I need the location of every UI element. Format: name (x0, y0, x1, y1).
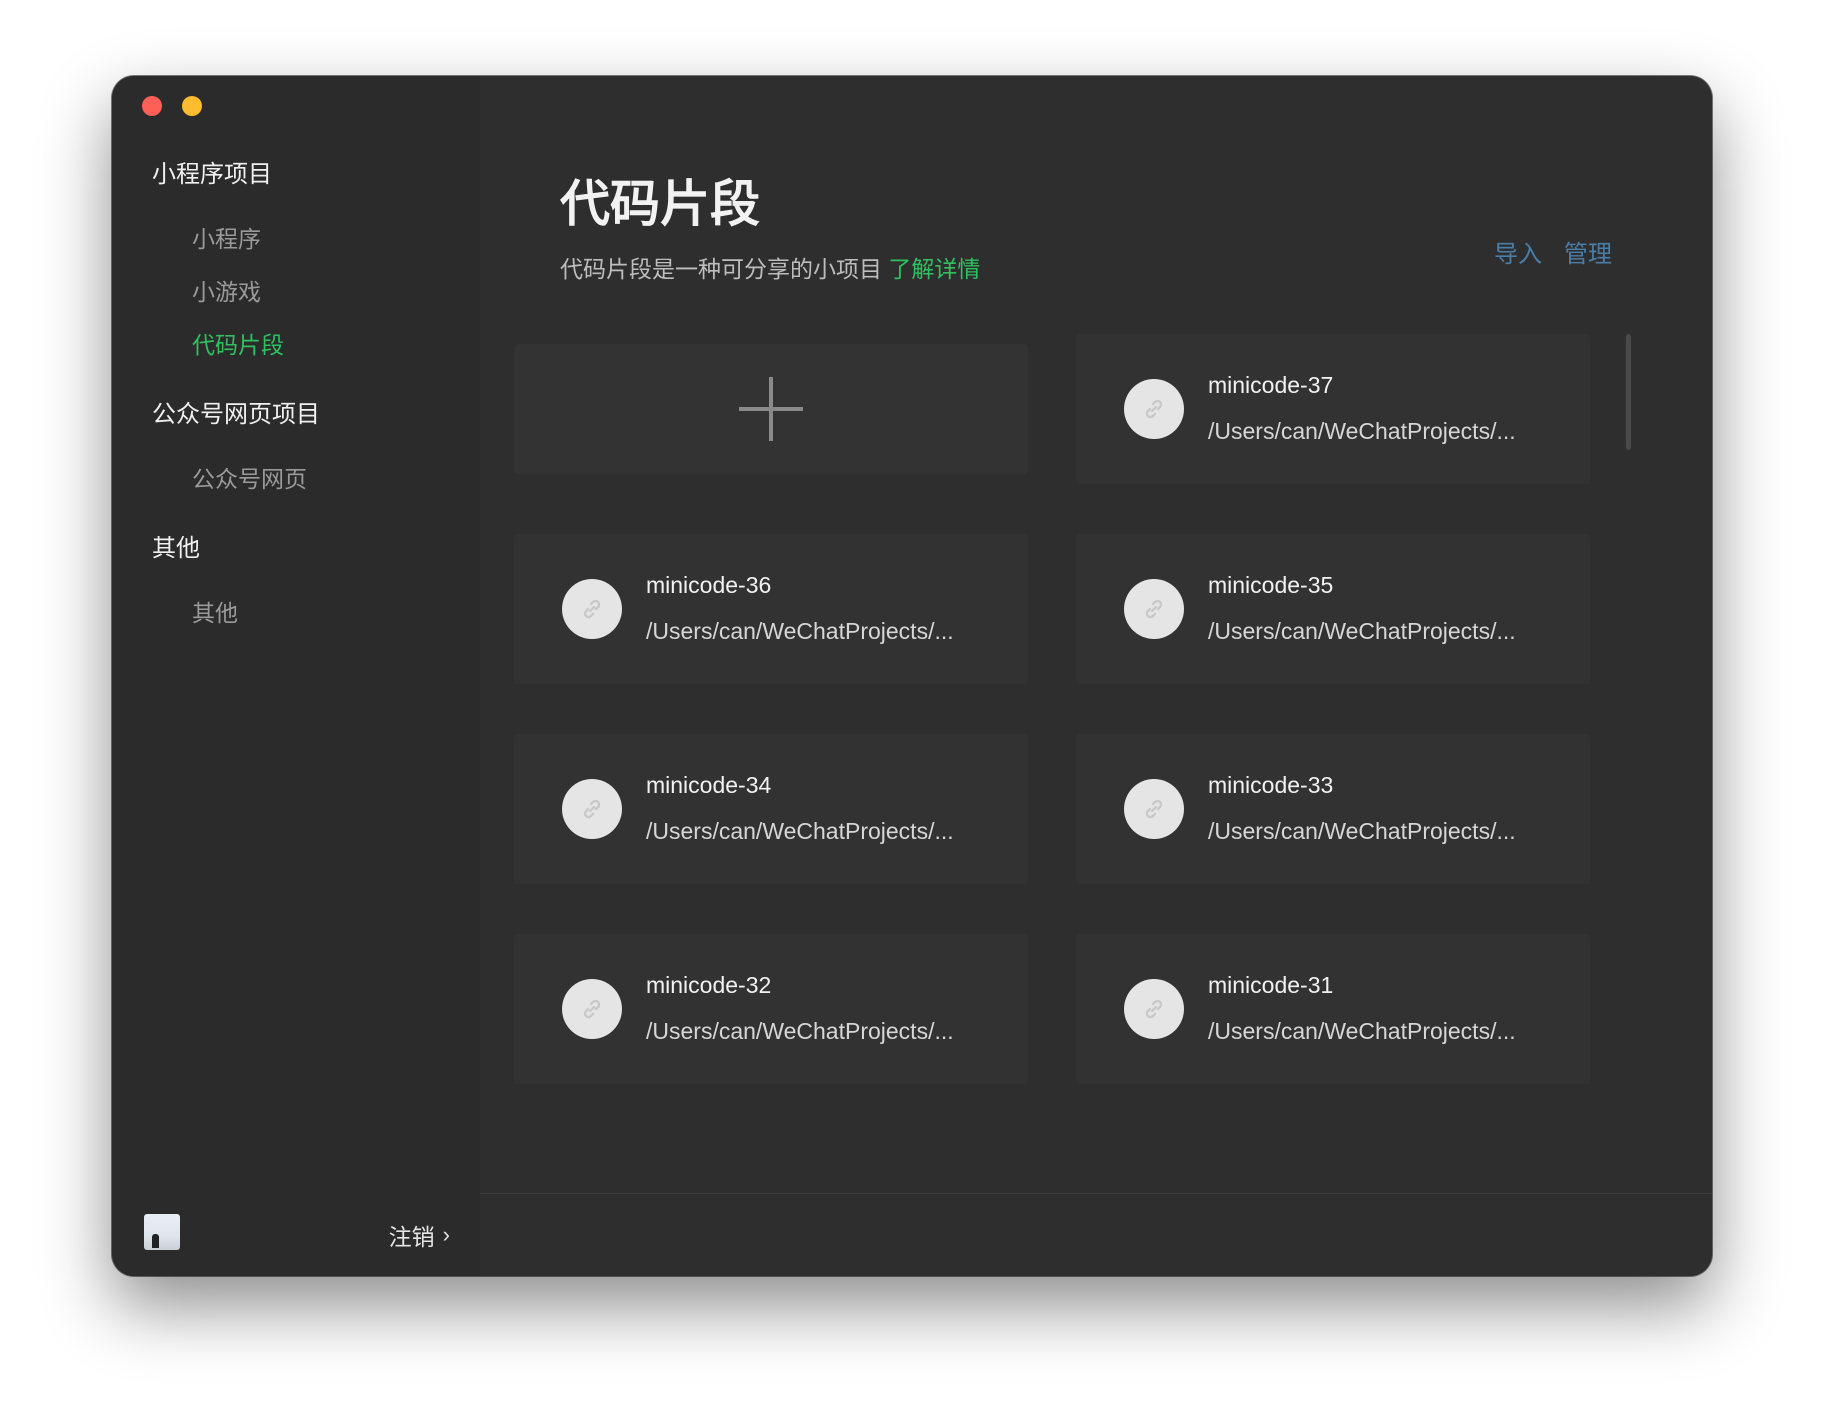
main-footer (480, 1193, 1712, 1276)
link-icon (1124, 779, 1184, 839)
project-card[interactable]: minicode-32 /Users/can/WeChatProjects/..… (514, 934, 1028, 1084)
project-name: minicode-32 (646, 972, 772, 998)
link-icon (562, 979, 622, 1039)
sidebar: 小程序项目 小程序 小游戏 代码片段 公众号网页项目 公众号网页 其他 其他 注… (112, 76, 480, 1276)
link-icon (562, 579, 622, 639)
project-path: /Users/can/WeChatProjects/... (1208, 418, 1516, 444)
page-subtitle: 代码片段是一种可分享的小项目 了解详情 (560, 250, 980, 284)
sidebar-footer: 注销 › (112, 1196, 480, 1276)
project-name: minicode-37 (1208, 372, 1334, 398)
app-window: 小程序项目 小程序 小游戏 代码片段 公众号网页项目 公众号网页 其他 其他 注… (112, 76, 1712, 1276)
subtitle-text: 代码片段是一种可分享的小项目 (560, 256, 882, 282)
project-name: minicode-36 (646, 572, 772, 598)
project-path: /Users/can/WeChatProjects/... (1208, 818, 1516, 844)
chevron-right-icon: › (442, 1222, 450, 1247)
scrollbar[interactable] (1626, 334, 1631, 450)
plus-icon (739, 377, 803, 441)
link-icon (1124, 579, 1184, 639)
link-icon (562, 779, 622, 839)
link-icon (1124, 379, 1184, 439)
project-name: minicode-34 (646, 772, 772, 798)
project-path: /Users/can/WeChatProjects/... (646, 818, 954, 844)
logout-button[interactable]: 注销 › (389, 1218, 450, 1252)
project-card[interactable]: minicode-37 /Users/can/WeChatProjects/..… (1076, 334, 1590, 484)
project-card[interactable]: minicode-31 /Users/can/WeChatProjects/..… (1076, 934, 1590, 1084)
sidebar-item-official-account-web[interactable]: 公众号网页 (192, 460, 307, 494)
learn-more-link[interactable]: 了解详情 (888, 256, 980, 282)
import-button[interactable]: 导入 (1494, 234, 1542, 269)
project-path: /Users/can/WeChatProjects/... (1208, 618, 1516, 644)
project-card[interactable]: minicode-35 /Users/can/WeChatProjects/..… (1076, 534, 1590, 684)
sidebar-item-minigame[interactable]: 小游戏 (192, 273, 261, 307)
main-panel: 代码片段 代码片段是一种可分享的小项目 了解详情 导入 管理 minicode-… (480, 76, 1712, 1276)
project-path: /Users/can/WeChatProjects/... (646, 618, 954, 644)
project-path: /Users/can/WeChatProjects/... (646, 1018, 954, 1044)
close-window-button[interactable] (142, 96, 162, 116)
sidebar-group-official-account-projects: 公众号网页项目 (152, 401, 320, 428)
sidebar-item-code-snippets[interactable]: 代码片段 (192, 326, 284, 360)
minimize-window-button[interactable] (182, 96, 202, 116)
avatar[interactable] (144, 1214, 180, 1250)
project-name: minicode-35 (1208, 572, 1334, 598)
page-title: 代码片段 (560, 176, 760, 232)
project-name: minicode-31 (1208, 972, 1334, 998)
project-name: minicode-33 (1208, 772, 1334, 798)
project-card[interactable]: minicode-36 /Users/can/WeChatProjects/..… (514, 534, 1028, 684)
manage-button[interactable]: 管理 (1564, 234, 1612, 269)
project-path: /Users/can/WeChatProjects/... (1208, 1018, 1516, 1044)
link-icon (1124, 979, 1184, 1039)
logout-label: 注销 (388, 1224, 435, 1250)
project-card[interactable]: minicode-33 /Users/can/WeChatProjects/..… (1076, 734, 1590, 884)
new-project-button[interactable] (514, 344, 1028, 474)
sidebar-item-other[interactable]: 其他 (192, 594, 238, 628)
sidebar-item-miniprogram[interactable]: 小程序 (192, 220, 261, 254)
project-card[interactable]: minicode-34 /Users/can/WeChatProjects/..… (514, 734, 1028, 884)
sidebar-group-miniprogram-projects: 小程序项目 (152, 161, 272, 188)
header-actions: 导入 管理 (1494, 234, 1612, 269)
sidebar-group-other: 其他 (152, 535, 200, 562)
